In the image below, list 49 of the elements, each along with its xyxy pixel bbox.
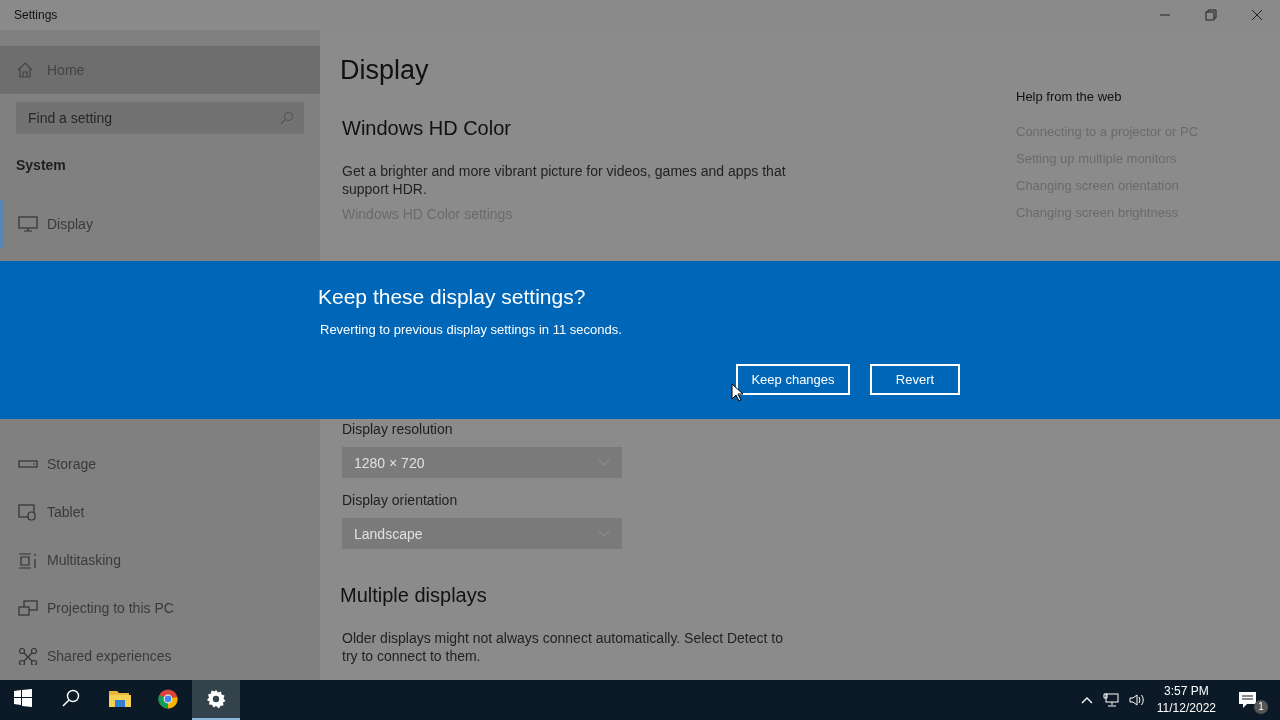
sidebar-item[interactable]: Projecting to this PC bbox=[0, 584, 320, 632]
home-icon bbox=[16, 61, 34, 79]
taskbar-app[interactable] bbox=[192, 680, 240, 720]
search-field[interactable]: Find a setting bbox=[16, 102, 304, 134]
clock-date: 11/12/2022 bbox=[1156, 700, 1216, 717]
dropdown-value: 1280 × 720 bbox=[354, 454, 425, 471]
section-heading: Multiple displays bbox=[340, 583, 487, 608]
monitor-icon bbox=[18, 215, 38, 233]
clock[interactable]: 3:57 PM 11/12/2022 bbox=[1156, 683, 1216, 717]
projecting-icon bbox=[18, 599, 38, 617]
shared-icon bbox=[18, 647, 38, 665]
description-text: Get a brighter and more vibrant picture for videos, games and apps that support HDR. bbox=[342, 162, 787, 198]
help-heading: Help from the web bbox=[1016, 88, 1123, 106]
folder-icon bbox=[109, 689, 131, 709]
dialog-button[interactable]: Revert bbox=[870, 364, 960, 395]
dropdown[interactable]: Landscape bbox=[342, 518, 622, 549]
field-label: Display resolution bbox=[342, 420, 453, 438]
dialog-button[interactable]: Keep changes bbox=[736, 364, 850, 395]
dialog-title: Keep these display settings? bbox=[318, 284, 586, 310]
volume-icon bbox=[1128, 693, 1145, 707]
window-title: Settings bbox=[14, 8, 58, 22]
field-label: Display orientation bbox=[342, 491, 458, 509]
dialog-message: Reverting to previous display settings in 11 seconds. bbox=[320, 321, 622, 339]
notification-icon bbox=[1238, 691, 1258, 709]
cursor-icon bbox=[731, 383, 743, 402]
section-heading: System bbox=[16, 156, 67, 175]
sidebar-item[interactable]: Multitasking bbox=[0, 536, 320, 584]
description-text: Older displays might not always connect automatically. Select Detect to try to connect to them. bbox=[342, 629, 784, 665]
clock-time: 3:57 PM bbox=[1164, 683, 1209, 700]
page-title: Display bbox=[340, 54, 429, 87]
search-icon bbox=[280, 111, 294, 125]
sidebar-item[interactable]: Tablet bbox=[0, 488, 320, 536]
tablet-icon bbox=[18, 503, 38, 521]
sidebar-item[interactable]: Display bbox=[0, 200, 320, 248]
restore-icon bbox=[1205, 9, 1217, 21]
search-icon bbox=[62, 689, 82, 709]
dropdown-value: Landscape bbox=[354, 525, 423, 542]
gear-icon bbox=[206, 689, 226, 709]
section-heading: Windows HD Color bbox=[342, 116, 511, 141]
network-icon bbox=[1102, 693, 1119, 707]
start-icon bbox=[14, 689, 34, 709]
sidebar-item[interactable]: Storage bbox=[0, 440, 320, 488]
multitasking-icon bbox=[18, 551, 38, 569]
sidebar-item[interactable]: Shared experiences bbox=[0, 632, 320, 680]
close-icon bbox=[1251, 9, 1263, 21]
dropdown[interactable]: 1280 × 720 bbox=[342, 447, 622, 478]
chevron-up-icon bbox=[1080, 696, 1093, 704]
notification-count: 1 bbox=[1254, 700, 1268, 714]
browser-icon bbox=[158, 689, 178, 709]
